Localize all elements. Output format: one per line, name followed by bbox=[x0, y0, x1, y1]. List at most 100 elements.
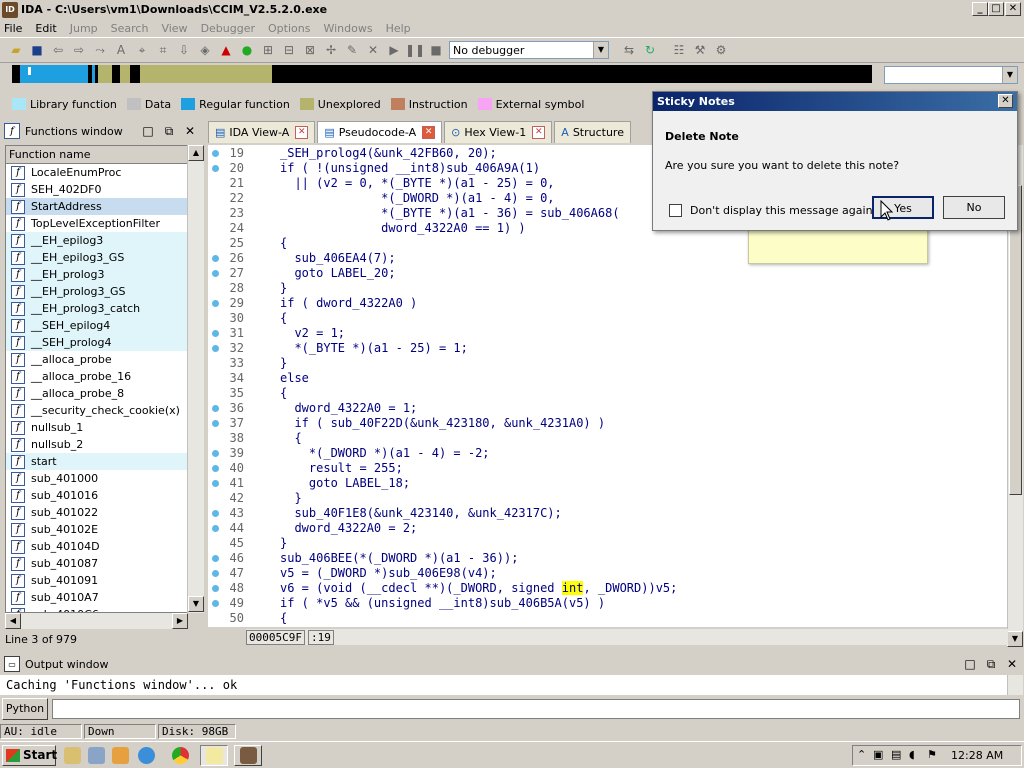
function-name-header[interactable]: Function name bbox=[6, 146, 187, 164]
function-row[interactable]: f __SEH_epilog4 bbox=[6, 317, 187, 334]
functions-hscrollbar[interactable]: ◀ ▶ bbox=[5, 613, 188, 629]
tray-expand-icon[interactable]: ⌃ bbox=[857, 748, 866, 761]
struct-icon[interactable]: ⊟ bbox=[281, 42, 297, 58]
tab-pseudocode-a[interactable]: ▤ Pseudocode-A ✕ bbox=[317, 121, 443, 143]
menu-help[interactable]: Help bbox=[386, 22, 411, 35]
function-row[interactable]: fsub_4010C6 bbox=[6, 606, 187, 612]
breakpoint-dot-icon[interactable] bbox=[212, 465, 219, 472]
code-line[interactable]: 41 goto LABEL_18; bbox=[208, 476, 1008, 491]
breakpoint-dot-icon[interactable] bbox=[212, 585, 219, 592]
code-line[interactable]: 29 if ( dword_4322A0 ) bbox=[208, 296, 1008, 311]
function-row[interactable]: f sub_401087 bbox=[6, 555, 187, 572]
output-text[interactable]: Caching 'Functions window'... ok bbox=[0, 675, 1008, 695]
dialog-close-button[interactable]: ✕ bbox=[998, 94, 1013, 108]
float-icon[interactable]: ⧉ bbox=[983, 656, 999, 672]
function-row[interactable]: f __alloca_probe_16 bbox=[6, 368, 187, 385]
dont-display-checkbox[interactable] bbox=[669, 204, 682, 217]
functions-list[interactable]: Function name f LocaleEnumProc f SEH_402DF0… bbox=[5, 145, 188, 613]
menu-edit[interactable]: Edit bbox=[35, 22, 56, 35]
clock[interactable]: 12:28 AM bbox=[951, 749, 1003, 762]
function-row[interactable]: f __EH_prolog3_catch bbox=[6, 300, 187, 317]
save-icon[interactable]: ■ bbox=[29, 42, 45, 58]
restore-icon[interactable]: □ bbox=[140, 123, 156, 139]
code-line[interactable]: 43 sub_40F1E8(&unk_423140, &unk_42317C); bbox=[208, 506, 1008, 521]
navigation-band[interactable]: ▼ bbox=[0, 63, 1024, 87]
tools-icon[interactable]: ⚒ bbox=[692, 42, 708, 58]
code-line[interactable]: 40 result = 255; bbox=[208, 461, 1008, 476]
no-button[interactable]: No bbox=[943, 196, 1005, 219]
scroll-up-icon[interactable]: ▲ bbox=[188, 145, 204, 161]
code-line[interactable]: 42 } bbox=[208, 491, 1008, 506]
xref-icon[interactable]: ✢ bbox=[323, 42, 339, 58]
function-row[interactable]: f SEH_402DF0 bbox=[6, 181, 187, 198]
function-row[interactable]: f LocaleEnumProc bbox=[6, 164, 187, 181]
tab-structures[interactable]: A Structure bbox=[554, 121, 631, 143]
function-row[interactable]: f __EH_prolog3 bbox=[6, 266, 187, 283]
breakpoint-dot-icon[interactable] bbox=[212, 600, 219, 607]
forward-icon[interactable]: ⇨ bbox=[71, 42, 87, 58]
function-row[interactable]: f sub_401016 bbox=[6, 487, 187, 504]
function-row[interactable]: f __alloca_probe bbox=[6, 351, 187, 368]
close-icon[interactable]: ✕ bbox=[182, 123, 198, 139]
function-row[interactable]: f __alloca_probe_8 bbox=[6, 385, 187, 402]
function-row[interactable]: f __EH_epilog3 bbox=[6, 232, 187, 249]
float-icon[interactable]: ⧉ bbox=[161, 123, 177, 139]
patch-icon[interactable]: ✎ bbox=[344, 42, 360, 58]
restore-icon[interactable]: □ bbox=[962, 656, 978, 672]
close-button[interactable]: ✕ bbox=[1005, 2, 1021, 16]
output-scrollbar[interactable] bbox=[1007, 675, 1023, 695]
breakpoint-dot-icon[interactable] bbox=[212, 405, 219, 412]
taskbar-ida[interactable] bbox=[234, 745, 262, 766]
breakpoint-dot-icon[interactable] bbox=[212, 330, 219, 337]
function-row[interactable]: f sub_401022 bbox=[6, 504, 187, 521]
attach-icon[interactable]: ⇆ bbox=[621, 42, 637, 58]
code-line[interactable]: 50 { bbox=[208, 611, 1008, 626]
close-icon[interactable]: ✕ bbox=[532, 126, 546, 139]
function-row[interactable]: f __security_check_cookie(x) bbox=[6, 402, 187, 419]
ie-icon[interactable] bbox=[138, 747, 155, 764]
search-text-icon[interactable]: A bbox=[113, 42, 129, 58]
scroll-right-icon[interactable]: ▶ bbox=[172, 613, 188, 629]
code-line[interactable]: 45} bbox=[208, 536, 1008, 551]
code-line[interactable]: 39 *(_DWORD *)(a1 - 4) = -2; bbox=[208, 446, 1008, 461]
breakpoint-dot-icon[interactable] bbox=[212, 510, 219, 517]
breakpoint-dot-icon[interactable] bbox=[212, 525, 219, 532]
menu-options[interactable]: Options bbox=[268, 22, 310, 35]
code-line[interactable]: 38 { bbox=[208, 431, 1008, 446]
function-row[interactable]: f nullsub_1 bbox=[6, 419, 187, 436]
function-row[interactable]: f TopLevelExceptionFilter bbox=[6, 215, 187, 232]
code-line[interactable]: 44 dword_4322A0 = 2; bbox=[208, 521, 1008, 536]
flag-icon[interactable]: ⚑ bbox=[927, 748, 937, 761]
function-row[interactable]: f nullsub_2 bbox=[6, 436, 187, 453]
sticky-note[interactable] bbox=[748, 226, 928, 264]
show-desktop-icon[interactable] bbox=[64, 747, 81, 764]
open-icon[interactable]: ▰ bbox=[8, 42, 24, 58]
graph-icon[interactable]: ◈ bbox=[197, 42, 213, 58]
menu-view[interactable]: View bbox=[161, 22, 187, 35]
media-player-icon[interactable] bbox=[112, 747, 129, 764]
breakpoint-dot-icon[interactable] bbox=[212, 480, 219, 487]
start-button[interactable]: Start bbox=[2, 745, 57, 766]
breakpoint-dot-icon[interactable] bbox=[212, 150, 219, 157]
close-icon[interactable]: ✕ bbox=[422, 126, 436, 139]
close-icon[interactable]: ✕ bbox=[295, 126, 309, 139]
function-row[interactable]: f __EH_prolog3_GS bbox=[6, 283, 187, 300]
delete-icon[interactable]: ✕ bbox=[365, 42, 381, 58]
breakpoint-dot-icon[interactable] bbox=[212, 345, 219, 352]
monitor-icon[interactable]: ▤ bbox=[891, 748, 901, 761]
function-row[interactable]: f sub_4010A7 bbox=[6, 589, 187, 606]
menu-windows[interactable]: Windows bbox=[323, 22, 372, 35]
enum-icon[interactable]: ⊠ bbox=[302, 42, 318, 58]
step-icon[interactable]: ↻ bbox=[642, 42, 658, 58]
function-row[interactable]: f start bbox=[6, 453, 187, 470]
menu-search[interactable]: Search bbox=[111, 22, 149, 35]
code-scroll-thumb[interactable] bbox=[1009, 185, 1022, 495]
pause-icon[interactable]: ❚❚ bbox=[405, 42, 425, 58]
run-green-icon[interactable]: ● bbox=[239, 42, 255, 58]
segment-icon[interactable]: ⊞ bbox=[260, 42, 276, 58]
scroll-down-icon[interactable]: ▼ bbox=[188, 596, 204, 612]
chrome-icon[interactable] bbox=[172, 747, 189, 764]
scroll-down-icon[interactable]: ▼ bbox=[1007, 631, 1023, 647]
breakpoint-dot-icon[interactable] bbox=[212, 450, 219, 457]
breakpoint-dot-icon[interactable] bbox=[212, 300, 219, 307]
